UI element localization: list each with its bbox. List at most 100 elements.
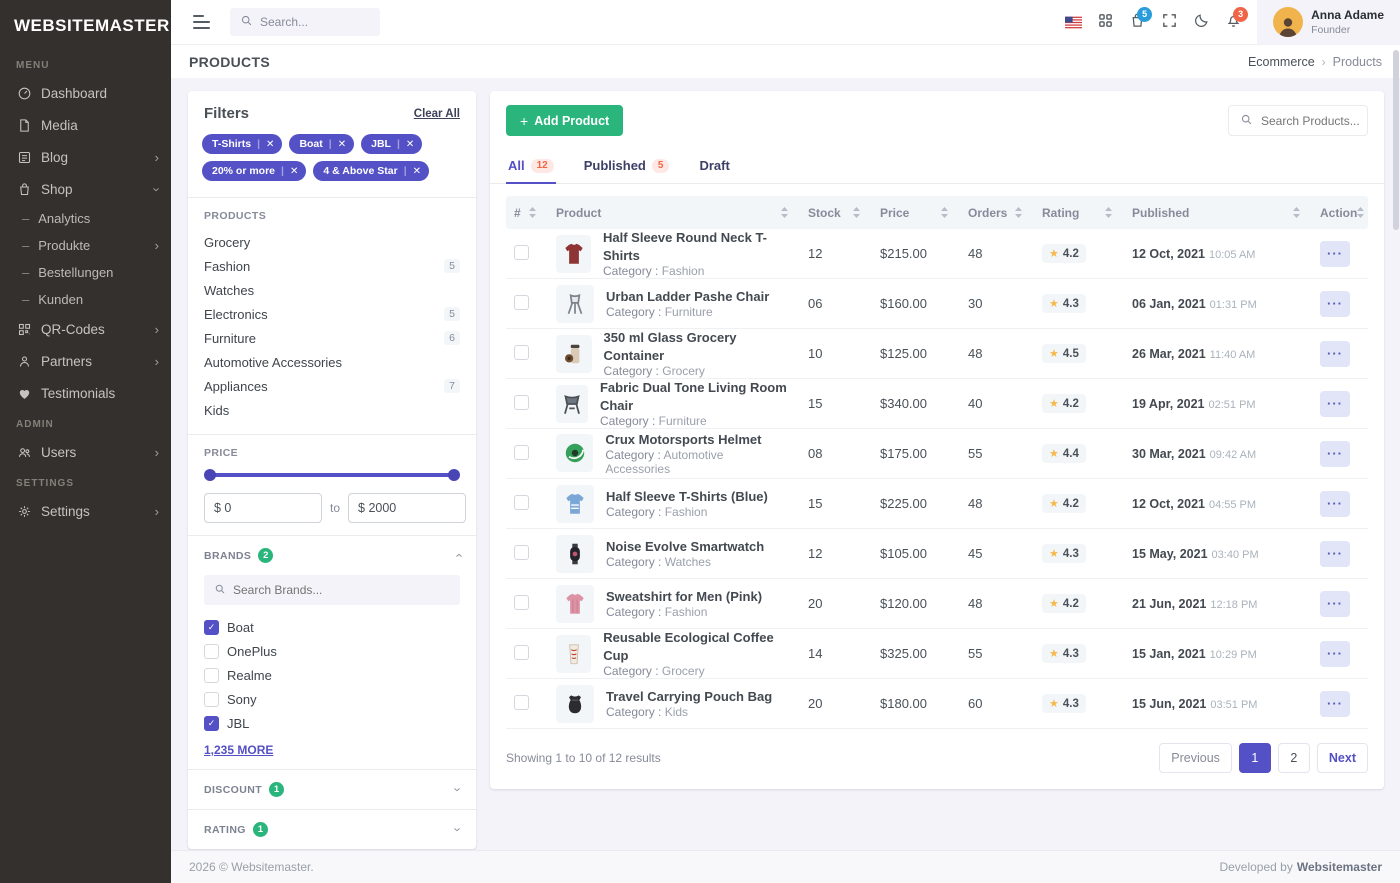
product-name-link[interactable]: Fabric Dual Tone Living Room Chair [600,379,788,414]
column-header-action[interactable]: Action [1312,206,1368,220]
dark-mode-button[interactable] [1185,0,1217,45]
column-header-published[interactable]: Published [1124,206,1312,220]
column-header-product[interactable]: Product [548,206,800,220]
sidebar-item-qr-codes[interactable]: QR-Codes › [0,313,171,345]
column-header-num[interactable]: # [506,206,548,220]
remove-chip-icon[interactable]: ✕ [290,166,298,177]
row-checkbox[interactable] [514,595,529,610]
category-item-furniture[interactable]: Furniture6 [204,326,460,350]
sidebar-subitem-bestellungen[interactable]: – Bestellungen [0,259,171,286]
row-checkbox[interactable] [514,545,529,560]
column-header-orders[interactable]: Orders [960,206,1034,220]
cart-button[interactable]: 5 [1121,0,1153,45]
product-name-link[interactable]: Noise Evolve Smartwatch [606,538,764,556]
price-slider-min-handle[interactable] [204,469,216,481]
notifications-button[interactable]: 3 [1217,0,1249,45]
row-checkbox[interactable] [514,645,529,660]
scrollbar[interactable] [1393,50,1399,230]
row-actions-button[interactable]: ··· [1320,691,1350,717]
brand-option-oneplus[interactable]: OnePlus [204,639,460,663]
column-header-price[interactable]: Price [872,206,960,220]
global-search-input[interactable] [260,15,370,29]
remove-chip-icon[interactable]: ✕ [338,139,346,150]
row-actions-button[interactable]: ··· [1320,641,1350,667]
fullscreen-button[interactable] [1153,0,1185,45]
brand-search-input[interactable] [233,583,450,597]
row-checkbox[interactable] [514,445,529,460]
brand-option-sony[interactable]: Sony [204,687,460,711]
user-profile-menu[interactable]: Anna Adame Founder [1257,0,1400,45]
price-min-input[interactable] [204,493,322,523]
row-checkbox[interactable] [514,495,529,510]
row-checkbox[interactable] [514,345,529,360]
category-item-electronics[interactable]: Electronics5 [204,302,460,326]
sidebar-subitem-kunden[interactable]: – Kunden [0,286,171,313]
checkbox[interactable]: ✓ [204,620,219,635]
remove-chip-icon[interactable]: ✕ [413,166,421,177]
apps-grid-button[interactable] [1089,0,1121,45]
page-button-2[interactable]: 2 [1278,743,1310,773]
hamburger-menu-button[interactable] [189,11,214,33]
price-max-input[interactable] [348,493,466,523]
category-item-kids[interactable]: Kids [204,398,460,422]
checkbox[interactable]: ✓ [204,716,219,731]
category-item-appliances[interactable]: Appliances7 [204,374,460,398]
column-header-stock[interactable]: Stock [800,206,872,220]
row-checkbox[interactable] [514,245,529,260]
language-flag-button[interactable] [1057,0,1089,45]
sidebar-subitem-analytics[interactable]: – Analytics [0,205,171,232]
next-page-button[interactable]: Next [1317,743,1368,773]
remove-chip-icon[interactable]: ✕ [406,139,414,150]
sidebar-subitem-produkte[interactable]: – Produkte › [0,232,171,259]
row-actions-button[interactable]: ··· [1320,541,1350,567]
sidebar-item-partners[interactable]: Partners › [0,345,171,377]
previous-page-button[interactable]: Previous [1159,743,1232,773]
brand-option-boat[interactable]: ✓Boat [204,615,460,639]
product-name-link[interactable]: Crux Motorsports Helmet [605,431,788,449]
category-item-fashion[interactable]: Fashion5 [204,254,460,278]
row-actions-button[interactable]: ··· [1320,341,1350,367]
price-range-slider[interactable] [208,473,456,477]
category-item-automotive-accessories[interactable]: Automotive Accessories [204,350,460,374]
sidebar-item-blog[interactable]: Blog › [0,141,171,173]
row-checkbox[interactable] [514,395,529,410]
row-actions-button[interactable]: ··· [1320,591,1350,617]
more-brands-link[interactable]: 1,235 MORE [204,743,273,757]
sidebar-item-shop[interactable]: Shop › [0,173,171,205]
app-logo[interactable]: WEBSITEMASTER [0,0,171,50]
row-checkbox[interactable] [514,295,529,310]
tab-all[interactable]: All12 [506,150,556,183]
column-header-rating[interactable]: Rating [1034,206,1124,220]
category-item-grocery[interactable]: Grocery [204,230,460,254]
product-name-link[interactable]: Half Sleeve T-Shirts (Blue) [606,488,768,506]
remove-chip-icon[interactable]: ✕ [266,139,274,150]
checkbox[interactable] [204,668,219,683]
product-name-link[interactable]: Travel Carrying Pouch Bag [606,688,772,706]
brand-option-realme[interactable]: Realme [204,663,460,687]
tab-published[interactable]: Published5 [582,150,672,183]
breadcrumb-item[interactable]: Ecommerce [1248,55,1315,69]
discount-accordion-header[interactable]: DISCOUNT 1 › [204,782,460,797]
add-product-button[interactable]: + Add Product [506,105,623,136]
product-search-input[interactable] [1261,114,1361,128]
sidebar-item-testimonials[interactable]: Testimonials [0,377,171,409]
category-item-watches[interactable]: Watches [204,278,460,302]
product-name-link[interactable]: Sweatshirt for Men (Pink) [606,588,762,606]
product-name-link[interactable]: Urban Ladder Pashe Chair [606,288,769,306]
sidebar-item-users[interactable]: Users › [0,436,171,468]
brand-option-jbl[interactable]: ✓JBL [204,711,460,735]
row-actions-button[interactable]: ··· [1320,291,1350,317]
clear-all-link[interactable]: Clear All [414,108,460,120]
checkbox[interactable] [204,644,219,659]
row-actions-button[interactable]: ··· [1320,241,1350,267]
page-button-1[interactable]: 1 [1239,743,1271,773]
rating-accordion-header[interactable]: RATING 1 › [204,822,460,837]
product-name-link[interactable]: Half Sleeve Round Neck T-Shirts [603,229,788,264]
sidebar-item-settings[interactable]: Settings › [0,495,171,527]
row-actions-button[interactable]: ··· [1320,391,1350,417]
row-actions-button[interactable]: ··· [1320,441,1350,467]
row-checkbox[interactable] [514,695,529,710]
product-name-link[interactable]: Reusable Ecological Coffee Cup [603,629,788,664]
tab-draft[interactable]: Draft [697,150,731,183]
price-slider-max-handle[interactable] [448,469,460,481]
